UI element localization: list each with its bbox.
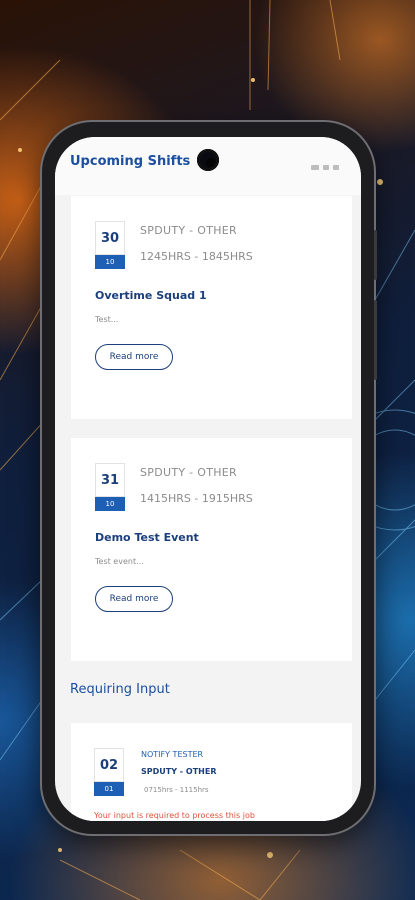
read-more-button[interactable]: Read more xyxy=(95,344,173,370)
phone-volume-button xyxy=(374,230,377,280)
front-camera xyxy=(197,149,219,171)
date-day: 02 xyxy=(94,748,124,782)
shift-time: 0715hrs - 1115hrs xyxy=(144,786,209,794)
shift-title: Demo Test Event xyxy=(95,531,199,544)
notify-label: NOTIFY TESTER xyxy=(141,750,204,759)
shift-time: 1415HRS - 1915HRS xyxy=(140,492,253,505)
battery-icon xyxy=(333,165,339,170)
app-screen: Upcoming Shifts 30 10 SPDUTY - OTHER 124… xyxy=(55,137,361,821)
read-more-button[interactable]: Read more xyxy=(95,586,173,612)
section-title-requiring-input: Requiring Input xyxy=(70,682,170,697)
shift-category: SPDUTY - OTHER xyxy=(140,224,237,237)
wifi-icon xyxy=(323,165,329,170)
shift-card[interactable]: 30 10 SPDUTY - OTHER 1245HRS - 1845HRS O… xyxy=(71,196,352,419)
requiring-input-card[interactable]: 02 01 NOTIFY TESTER SPDUTY - OTHER 0715h… xyxy=(71,723,352,821)
shift-description: Test event... xyxy=(95,557,144,566)
shift-time: 1245HRS - 1845HRS xyxy=(140,250,253,263)
date-day: 30 xyxy=(95,221,125,255)
page-title: Upcoming Shifts xyxy=(70,154,191,169)
date-month: 10 xyxy=(95,497,125,511)
date-badge: 02 01 xyxy=(94,748,124,796)
date-badge: 30 10 xyxy=(95,221,125,269)
phone-power-button xyxy=(374,300,377,380)
shift-card[interactable]: 31 10 SPDUTY - OTHER 1415HRS - 1915HRS D… xyxy=(71,438,352,661)
date-month: 10 xyxy=(95,255,125,269)
shift-category: SPDUTY - OTHER xyxy=(140,466,237,479)
input-required-alert: Your input is required to process this j… xyxy=(94,811,255,820)
shift-category: SPDUTY - OTHER xyxy=(141,767,217,776)
shift-description: Test... xyxy=(95,315,119,324)
date-badge: 31 10 xyxy=(95,463,125,511)
signal-icon xyxy=(311,165,319,170)
shift-title: Overtime Squad 1 xyxy=(95,289,207,302)
status-bar-icons xyxy=(311,165,339,170)
date-day: 31 xyxy=(95,463,125,497)
date-month: 01 xyxy=(94,782,124,796)
